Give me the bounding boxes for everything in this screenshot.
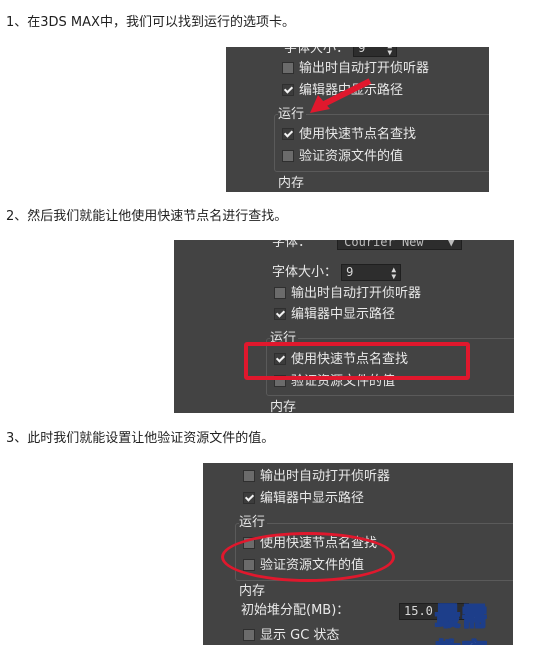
highlight-rectangle [244,342,470,380]
quick-node-checkbox[interactable]: 使用快速节点名查找 [282,127,416,143]
highlight-ellipse [221,532,395,582]
output-autoopen-checkbox[interactable]: 输出时自动打开侦听器 [243,469,390,485]
step-3-text: 3、此时我们就能设置让他验证资源文件的值。 [6,431,275,446]
watermark-logo: 最需教育 [435,602,490,646]
run-group-title: 运行 [239,515,268,531]
memory-group-title: 内存 [239,584,266,599]
checkbox-icon [274,286,286,299]
spinner-arrows-icon: ▲▼ [387,47,393,57]
step-2-text: 2、然后我们就能让他使用快速节点名进行查找。 [6,209,288,224]
panel-2-screenshot: 字体： Courier New ▼ 字体大小： 9 ▲ ▼ 输出时自动打开侦听器 编辑… [174,240,514,413]
memory-group-title: 内存 [278,176,305,191]
step-1-text: 1、在3DS MAX中，我们可以找到运行的选项卡。 [6,15,295,30]
checkbox-icon [243,469,255,482]
checkbox-icon [243,628,255,641]
font-label: 字体： [272,240,312,250]
font-size-label: 字体大小： [284,47,350,56]
panel-1-screenshot: 字体大小： 9▲▼ 输出时自动打开侦听器 编辑器中显示路径 运行 使用快速节点名… [226,47,489,192]
show-path-checkbox[interactable]: 编辑器中显示路径 [274,307,395,323]
font-dropdown[interactable]: Courier New ▼ [337,240,462,250]
font-size-row: 字体大小： 9▲▼ [284,47,398,57]
output-autoopen-checkbox[interactable]: 输出时自动打开侦听器 [282,61,429,77]
red-arrow-icon [310,78,372,113]
font-size-spinner[interactable]: 9▲▼ [353,47,398,57]
initial-heap-row: 初始堆分配(MB)： [241,603,349,619]
font-size-row: 字体大小： 9▲▼ [272,264,402,281]
output-autoopen-checkbox[interactable]: 输出时自动打开侦听器 [274,286,421,302]
panel-3-screenshot: 输出时自动打开侦听器 编辑器中显示路径 运行 使用快速节点名查找 验证资源文件的… [203,463,513,645]
checkbox-icon [282,149,294,162]
font-size-spinner[interactable]: 9▲▼ [341,264,402,281]
checkbox-icon [282,61,294,74]
checkbox-checked-icon [282,83,294,96]
checkbox-checked-icon [274,307,286,320]
checkbox-checked-icon [243,491,255,504]
show-gc-checkbox[interactable]: 显示 GC 状态 [243,628,339,644]
initial-heap-label: 初始堆分配(MB)： [241,603,350,618]
verify-res-checkbox[interactable]: 验证资源文件的值 [282,149,403,165]
checkbox-checked-icon [282,127,294,140]
font-size-label: 字体大小： [272,265,338,280]
chevron-down-icon: ▼ [447,240,455,249]
spinner-arrows-icon: ▲▼ [391,265,397,281]
show-path-checkbox[interactable]: 编辑器中显示路径 [243,491,364,507]
run-group-title: 运行 [278,107,307,123]
memory-group-title: 内存 [270,400,297,413]
font-row: 字体： Courier New ▼ [272,240,462,251]
